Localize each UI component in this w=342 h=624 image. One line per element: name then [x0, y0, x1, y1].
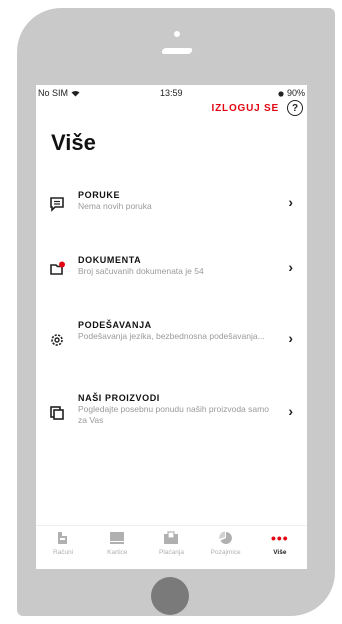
menu-item-products[interactable]: NAŠI PROIZVODI Pogledajte posebnu ponudu…: [36, 393, 307, 449]
accounts-icon: [58, 532, 68, 544]
menu-item-settings[interactable]: PODEŠAVANJA Podešavanja jezika, bezbedno…: [36, 320, 307, 376]
tab-label: Računi: [52, 549, 74, 556]
menu-item-title: PORUKE: [78, 190, 121, 200]
tab-label: Pozajmice: [210, 549, 241, 556]
tab-label: Plaćanja: [159, 549, 184, 556]
alarm-icon: [278, 91, 285, 97]
home-button[interactable]: [151, 577, 189, 615]
tab-bar: Računi Kartice Plaćanja Pozajmice ••• Vi…: [36, 525, 307, 569]
tab-payments[interactable]: Plaćanja: [148, 530, 194, 556]
menu-item-messages[interactable]: PORUKE Nema novih poruka ›: [36, 190, 307, 238]
cards-icon: [110, 532, 125, 544]
payments-icon: [164, 531, 179, 544]
chevron-right-icon: ›: [288, 194, 293, 210]
chevron-right-icon: ›: [288, 259, 293, 275]
document-icon: [50, 261, 65, 275]
menu-item-documents[interactable]: DOKUMENTA Broj sačuvanih dokumenata je 5…: [36, 255, 307, 303]
header-actions: IZLOGUJ SE ?: [212, 99, 303, 117]
help-icon[interactable]: ?: [287, 100, 303, 116]
menu-list: PORUKE Nema novih poruka › DOKUMENTA Bro…: [36, 190, 307, 466]
phone-screen: No SIM 13:59 90% IZLOGUJ SE ? Više PORUK…: [36, 85, 307, 569]
menu-item-subtitle: Nema novih poruka: [78, 201, 152, 211]
front-camera: [174, 31, 180, 37]
wifi-icon: [71, 91, 80, 97]
settings-icon: [51, 334, 63, 346]
page-title: Više: [51, 130, 96, 155]
products-icon: [50, 406, 64, 420]
menu-item-subtitle: Broj sačuvanih dokumenata je 54: [78, 266, 204, 276]
status-time: 13:59: [160, 88, 183, 98]
menu-item-title: NAŠI PROIZVODI: [78, 393, 160, 403]
logout-button[interactable]: IZLOGUJ SE: [212, 103, 279, 114]
tab-cards[interactable]: Kartice: [94, 530, 140, 556]
carrier-label: No SIM: [38, 88, 80, 98]
battery-status: 90%: [278, 88, 305, 98]
tab-label: Više: [273, 549, 287, 556]
message-icon: [50, 197, 64, 212]
menu-item-subtitle: Podešavanja jezika, bezbednosna podešava…: [78, 331, 265, 341]
menu-item-title: DOKUMENTA: [78, 255, 142, 265]
tab-accounts[interactable]: Računi: [40, 530, 86, 556]
tab-more[interactable]: ••• Više: [257, 530, 303, 556]
menu-item-title: PODEŠAVANJA: [78, 320, 152, 330]
more-icon: •••: [270, 530, 289, 546]
loans-icon: [218, 531, 232, 544]
menu-item-subtitle: Pogledajte posebnu ponudu naših proizvod…: [78, 404, 269, 425]
chevron-right-icon: ›: [288, 330, 293, 346]
tab-loans[interactable]: Pozajmice: [203, 530, 249, 556]
earpiece-speaker: [160, 48, 194, 54]
tab-label: Kartice: [107, 549, 128, 556]
chevron-right-icon: ›: [288, 403, 293, 419]
